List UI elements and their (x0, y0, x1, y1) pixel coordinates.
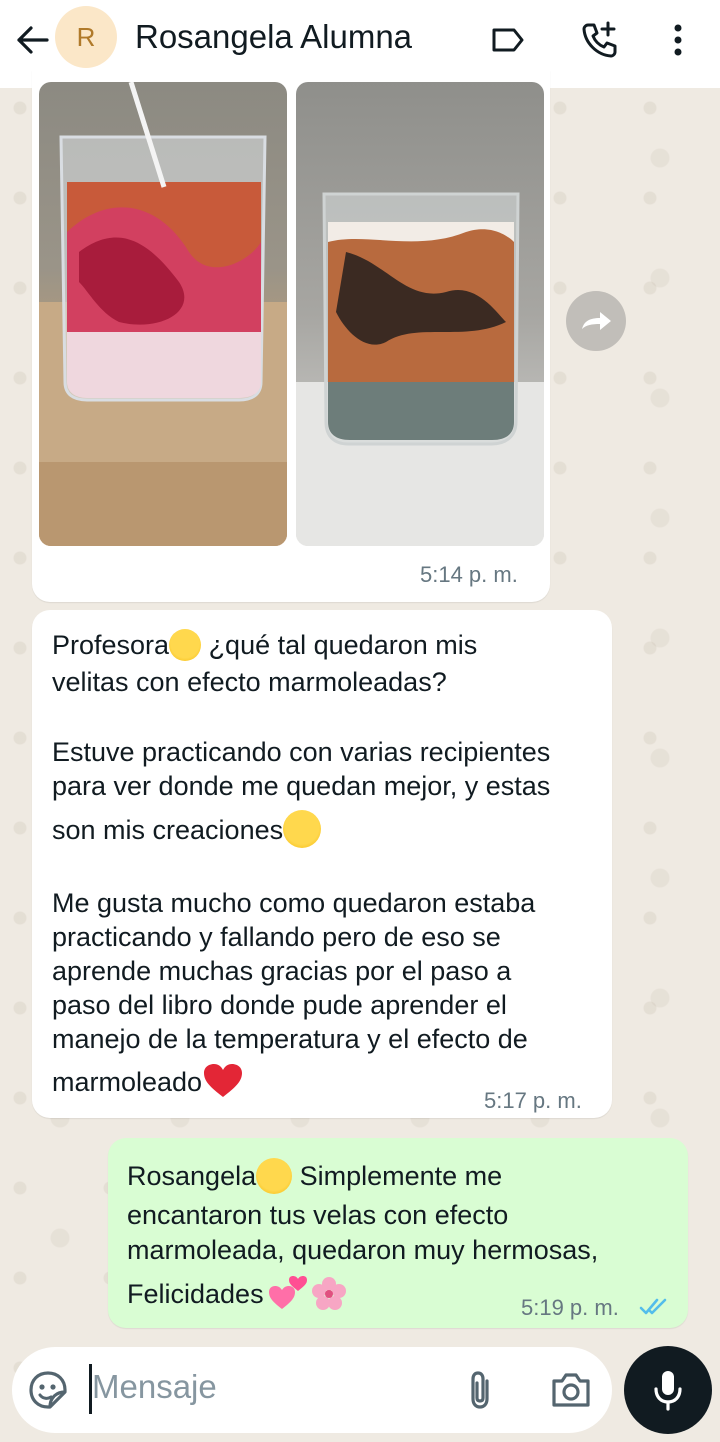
message-line: Me gusta mucho como quedaron estaba (52, 888, 536, 918)
outgoing-message-bubble[interactable]: Rosangela Simplemente me encantaron tus … (108, 1138, 688, 1328)
message-time: 5:14 p. m. (420, 562, 518, 587)
more-vert-icon[interactable] (656, 18, 700, 62)
candle-photo-1[interactable] (39, 82, 287, 546)
message-line: Estuve practicando con varias recipiente… (52, 737, 551, 767)
message-line: manejo de la temperatura y el efecto de (52, 1024, 528, 1054)
message-time: 5:17 p. m. (484, 1088, 582, 1113)
message-input[interactable]: Mensaje (92, 1368, 217, 1406)
two-hearts-emoji-icon (268, 1273, 308, 1321)
avatar[interactable]: R (55, 6, 117, 68)
message-line: velitas con efecto marmoleadas? (52, 667, 447, 697)
back-arrow-icon[interactable] (10, 18, 54, 62)
smiling-face-emoji-icon (169, 629, 202, 661)
incoming-message-bubble[interactable]: Profesora ¿qué tal quedaron mis velitas … (32, 610, 612, 1118)
add-call-icon[interactable] (578, 18, 622, 62)
contact-name[interactable]: Rosangela Alumna (135, 18, 412, 56)
message-line: son mis creaciones (52, 810, 322, 848)
message-line: marmoleada, quedaron muy hermosas, (127, 1235, 599, 1265)
red-heart-emoji-icon (202, 1063, 244, 1107)
cherry-blossom-emoji-icon (310, 1275, 348, 1321)
message-line: para ver donde me quedan mejor, y estas (52, 771, 551, 801)
message-line: aprende muchas gracias por el paso a (52, 956, 512, 986)
message-line: practicando y fallando pero de eso se (52, 922, 501, 952)
message-line: marmoleado (52, 1063, 244, 1107)
candle-photo-2[interactable] (296, 82, 544, 546)
label-icon[interactable] (486, 18, 530, 62)
forward-button[interactable] (566, 291, 626, 351)
message-line: Rosangela Simplemente me (127, 1158, 502, 1194)
attach-icon[interactable] (465, 1369, 495, 1416)
camera-icon[interactable] (550, 1371, 592, 1414)
read-ticks-icon (639, 1296, 671, 1323)
image-message-bubble[interactable]: 5:14 p. m. (32, 70, 550, 602)
sticker-icon[interactable] (28, 1370, 68, 1415)
message-line: encantaron tus velas con efecto (127, 1200, 509, 1230)
forward-icon (582, 312, 611, 330)
smiling-face-emoji-icon (256, 1158, 293, 1194)
mic-button[interactable] (624, 1346, 712, 1434)
mic-icon (654, 1371, 682, 1411)
heart-eyes-emoji-icon (283, 810, 322, 848)
message-time: 5:19 p. m. (521, 1295, 619, 1320)
message-line: Felicidades (127, 1273, 348, 1321)
message-line: Profesora ¿qué tal quedaron mis (52, 629, 478, 661)
message-line: paso del libro donde pude aprender el (52, 990, 507, 1020)
